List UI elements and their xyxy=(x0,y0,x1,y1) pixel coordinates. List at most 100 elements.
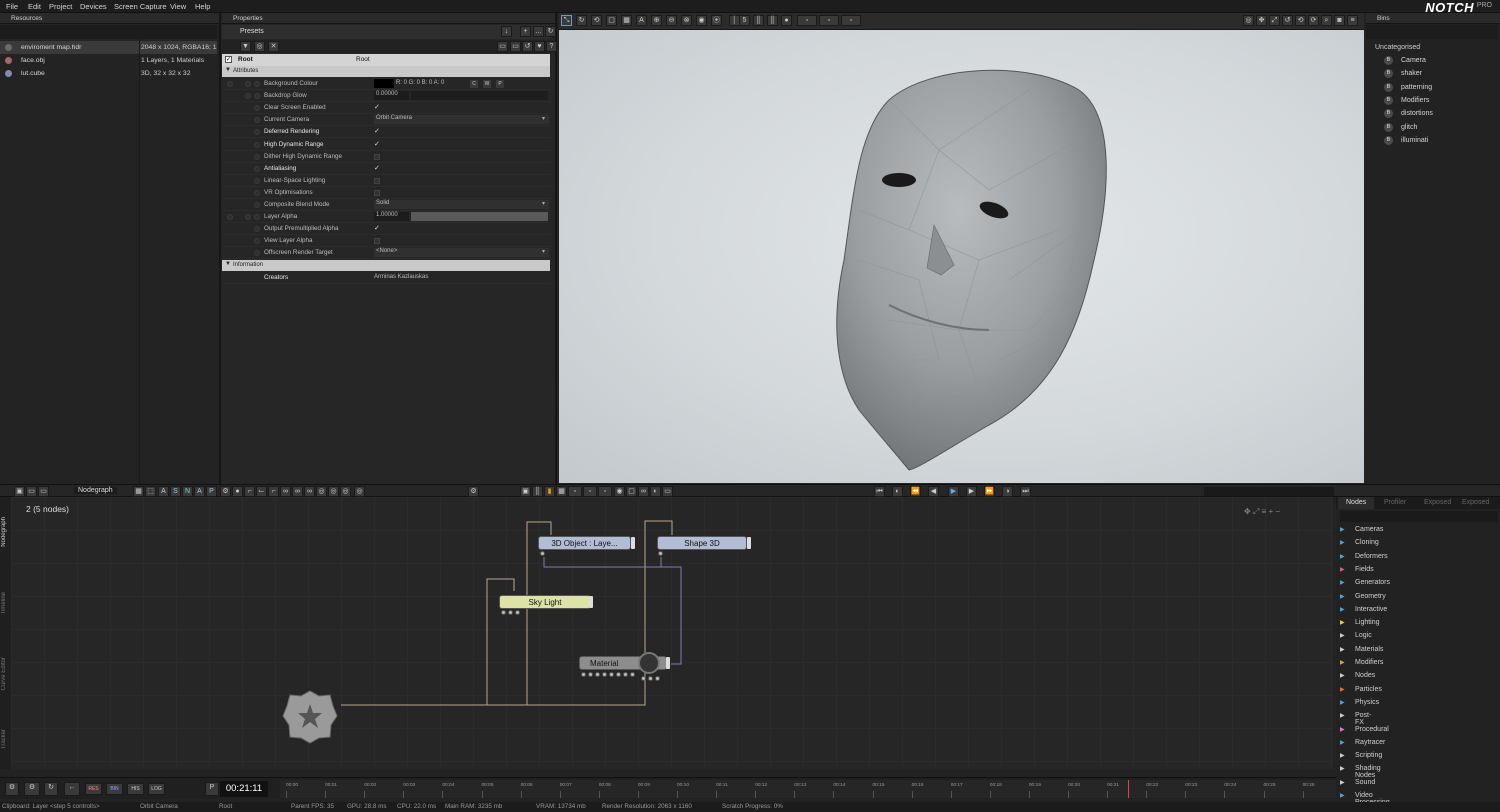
attribute-checkbox[interactable] xyxy=(374,153,380,160)
vtab-curve-editor[interactable]: Curve Editor xyxy=(1,657,7,690)
attribute-row[interactable]: High Dynamic Range ✓ xyxy=(222,139,550,151)
heart-icon[interactable]: ♥ xyxy=(534,41,545,52)
route2-icon[interactable]: ⌙ xyxy=(256,486,267,497)
attribute-row[interactable]: Current Camera Orbit Camera ▾ xyxy=(222,114,550,127)
attribute-checkbox[interactable] xyxy=(374,238,380,245)
resource-item[interactable]: lut.cube 3D, 32 x 32 x 32 xyxy=(0,67,217,80)
root-row[interactable]: ✓ Root Root xyxy=(222,54,550,66)
gear-icon[interactable]: ⚙ xyxy=(5,782,19,796)
range-start-field[interactable] xyxy=(1204,487,1264,496)
keyframe-icon[interactable]: A xyxy=(158,486,169,497)
camera-icon[interactable]: ◙ xyxy=(1334,15,1345,26)
bb2-icon[interactable]: ▫ xyxy=(598,486,612,497)
nodes-search[interactable] xyxy=(1340,511,1498,522)
root-node-gear-icon[interactable] xyxy=(281,689,339,745)
bins-uncategorised[interactable]: Uncategorised xyxy=(1375,44,1420,51)
timeline-ruler[interactable]: 00:00 00:01 00:02 00:03 00:04 00:05 00:06 00:07… xyxy=(280,780,1336,798)
attribute-row[interactable]: Backdrop Glow 0.00000 xyxy=(222,90,550,103)
layer-icon[interactable]: ▣ xyxy=(520,486,531,497)
vtab-nodegraph[interactable]: Nodegraph xyxy=(1,517,7,547)
attribute-row[interactable]: Layer Alpha 1.00000 xyxy=(222,211,550,224)
gizmo-icon[interactable]: ⊕ xyxy=(651,15,662,26)
node2-icon[interactable]: ◎ xyxy=(328,486,339,497)
gear-icon[interactable]: ⚙ xyxy=(468,486,479,497)
animate-dot[interactable] xyxy=(254,226,260,233)
play-icon[interactable]: ▶ xyxy=(948,486,959,497)
pivot-icon[interactable]: ⦿ xyxy=(711,15,722,26)
back-arrow-icon[interactable]: ← xyxy=(64,782,80,796)
menu-view[interactable]: View xyxy=(170,2,186,11)
animate-dot[interactable] xyxy=(254,93,260,100)
color-icon[interactable]: ▮ xyxy=(544,486,555,497)
reset-icon[interactable]: ↺ xyxy=(522,41,533,52)
close-icon[interactable]: ✕ xyxy=(268,41,279,52)
attribute-row[interactable]: Clear Screen Enabled ✓ xyxy=(222,102,550,115)
rot-icon[interactable]: ▫ xyxy=(819,15,839,26)
local-icon[interactable]: ⊗ xyxy=(681,15,692,26)
colour-w-button[interactable]: W xyxy=(483,80,491,88)
prev-marker-icon[interactable]: ◐ xyxy=(892,486,903,497)
fast-forward-icon[interactable]: ⏩ xyxy=(984,486,995,497)
menu-devices[interactable]: Devices xyxy=(80,2,107,11)
link-dot[interactable] xyxy=(245,93,251,100)
node3-icon[interactable]: ◎ xyxy=(340,486,351,497)
tab-profiler[interactable]: Profiler xyxy=(1384,499,1406,506)
animate-dot[interactable] xyxy=(254,141,260,148)
eye-icon[interactable]: ◉ xyxy=(614,486,625,497)
node-pin[interactable] xyxy=(655,676,660,681)
route-icon[interactable]: ⌐ xyxy=(244,486,255,497)
animate-dot[interactable] xyxy=(254,177,260,184)
nodegraph-tab[interactable]: Nodegraph xyxy=(74,487,117,494)
time-display[interactable]: 00:21:11 xyxy=(220,781,268,797)
node-pin[interactable] xyxy=(623,672,628,677)
bin-button[interactable]: BIN xyxy=(106,783,123,795)
attribute-row[interactable]: Antialiasing ✓ xyxy=(222,163,550,175)
bars-icon[interactable]: ║ xyxy=(753,15,764,26)
world-icon[interactable]: ⊖ xyxy=(666,15,677,26)
layers-icon[interactable]: ⚙ xyxy=(24,782,40,796)
link-dot[interactable] xyxy=(245,214,251,221)
paste-icon[interactable]: ▭ xyxy=(510,41,521,52)
attribute-checkbox[interactable] xyxy=(374,189,380,196)
resource-item[interactable]: enviroment map.hdr 2048 x 1024, RGBA16; … xyxy=(0,41,217,54)
attribute-checkbox[interactable]: ✓ xyxy=(374,141,381,148)
link2-icon[interactable]: ∞ xyxy=(292,486,303,497)
node-3d-object[interactable]: 3D Object : Laye... xyxy=(538,536,631,550)
attribute-value[interactable]: Orbit Camera xyxy=(374,115,549,125)
select-tool-icon[interactable]: ⤡ xyxy=(561,15,572,26)
animate-dot[interactable] xyxy=(254,117,260,124)
attribute-checkbox[interactable]: ✓ xyxy=(374,165,381,172)
value-slider[interactable] xyxy=(411,212,548,222)
attribute-checkbox[interactable]: ✓ xyxy=(374,225,381,232)
gear-icon[interactable]: ⚙ xyxy=(220,486,231,497)
target-icon[interactable]: ◎ xyxy=(1243,15,1254,26)
animate-dot[interactable] xyxy=(254,153,260,160)
node-pin[interactable] xyxy=(630,672,635,677)
pos-icon[interactable]: ▫ xyxy=(797,15,817,26)
zoom-icon[interactable]: ⌕ xyxy=(1321,15,1332,26)
node-pin[interactable] xyxy=(595,672,600,677)
rewind-icon[interactable]: ⏪ xyxy=(910,486,921,497)
monitor-icon[interactable]: ▭ xyxy=(662,486,673,497)
copy-icon[interactable]: ▭ xyxy=(497,41,508,52)
vtab-tracker[interactable]: Tracker xyxy=(1,729,7,749)
node-shape-3d[interactable]: Shape 3D xyxy=(657,536,747,550)
tab-exposed-2[interactable]: Exposed xyxy=(1462,499,1489,506)
resources-search[interactable] xyxy=(0,25,217,39)
snap-a[interactable]: A xyxy=(194,486,205,497)
link-dot[interactable] xyxy=(245,81,251,87)
node-pin[interactable] xyxy=(588,672,593,677)
attribute-checkbox[interactable] xyxy=(374,177,380,184)
menu-project[interactable]: Project xyxy=(49,2,72,11)
attribute-row[interactable]: View Layer Alpha xyxy=(222,235,550,248)
settings-icon[interactable]: ≡ xyxy=(1347,15,1358,26)
animate-dot[interactable] xyxy=(254,129,260,136)
range-end-field[interactable] xyxy=(1262,487,1334,496)
node-pin[interactable] xyxy=(641,676,646,681)
attribute-row[interactable]: Offscreen Render Target <None> ▾ xyxy=(222,247,550,260)
render-viewport[interactable] xyxy=(559,30,1364,483)
cycle-icon[interactable]: ↻ xyxy=(44,782,58,796)
colour-c-button[interactable]: C xyxy=(470,80,478,88)
frame-icon[interactable]: ▢ xyxy=(626,486,637,497)
mask-icon[interactable]: ◐ xyxy=(650,486,661,497)
